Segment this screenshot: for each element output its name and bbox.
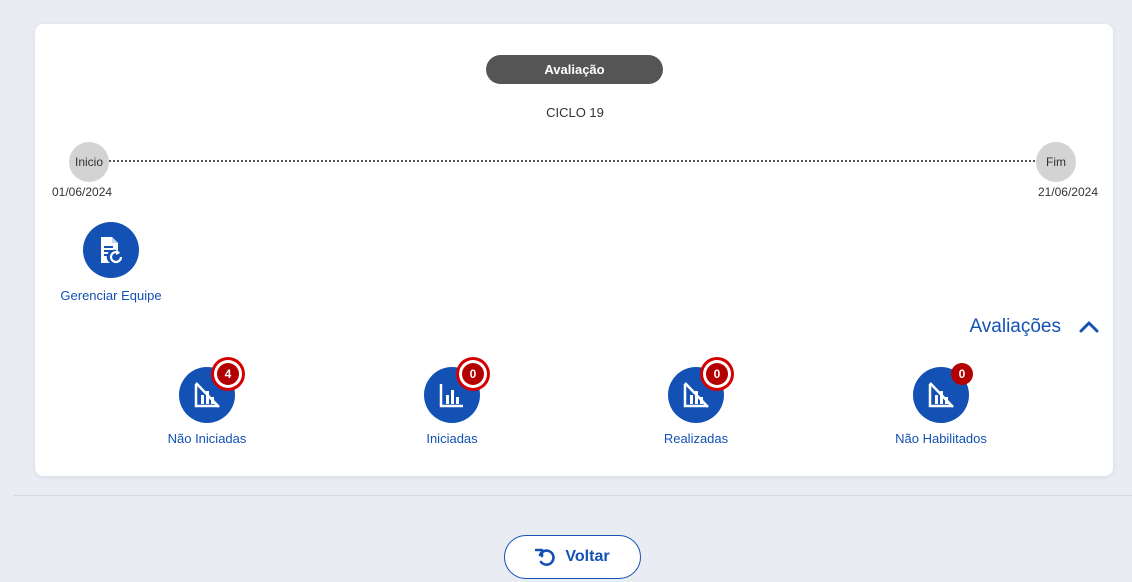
timeline-end-node: Fim	[1036, 142, 1076, 182]
status-not-started[interactable]: 4 Não Iniciadas	[117, 363, 297, 457]
back-button-label: Voltar	[565, 548, 610, 565]
document-refresh-icon	[101, 237, 123, 264]
status-not-enabled[interactable]: 0 Não Habilitados	[851, 363, 1031, 457]
cycle-label: CICLO 19	[546, 105, 604, 120]
evaluations-toggle[interactable]: Avaliações	[969, 316, 1099, 338]
status-started-badge: 0	[462, 363, 484, 385]
manage-team-label[interactable]: Gerenciar Equipe	[55, 288, 167, 303]
timeline-end-label: Fim	[1046, 155, 1066, 169]
status-completed-label[interactable]: Realizadas	[606, 431, 786, 446]
undo-icon	[535, 548, 556, 566]
status-started[interactable]: 0 Iniciadas	[362, 363, 542, 457]
footer-divider	[14, 495, 1132, 496]
bar-chart-icon	[439, 384, 463, 408]
status-not-started-badge: 4	[217, 363, 239, 385]
timeline-start-date: 01/06/2024	[52, 185, 113, 199]
timeline-start-node: Inicio	[69, 142, 109, 182]
status-completed-badge: 0	[706, 363, 728, 385]
timeline-start-label: Inicio	[74, 155, 103, 169]
evaluations-title: Avaliações	[969, 316, 1061, 337]
status-not-enabled-label[interactable]: Não Habilitados	[851, 431, 1031, 446]
chart-off-icon	[194, 382, 220, 408]
manage-team-button[interactable]	[83, 222, 139, 278]
chevron-up-icon	[1079, 321, 1099, 333]
timeline-line	[109, 160, 1039, 162]
chart-off-icon	[683, 382, 709, 408]
status-completed[interactable]: 0 Realizadas	[606, 363, 786, 457]
cycle-card: Avaliação CICLO 19 Inicio 01/06/2024 Fim…	[35, 24, 1113, 476]
stage-pill: Avaliação	[486, 55, 663, 84]
timeline-end-date: 21/06/2024	[1037, 185, 1098, 199]
status-not-enabled-badge: 0	[951, 363, 973, 385]
chart-off-icon	[928, 382, 954, 408]
status-not-started-label[interactable]: Não Iniciadas	[117, 431, 297, 446]
status-started-label[interactable]: Iniciadas	[362, 431, 542, 446]
back-button[interactable]: Voltar	[504, 535, 641, 579]
